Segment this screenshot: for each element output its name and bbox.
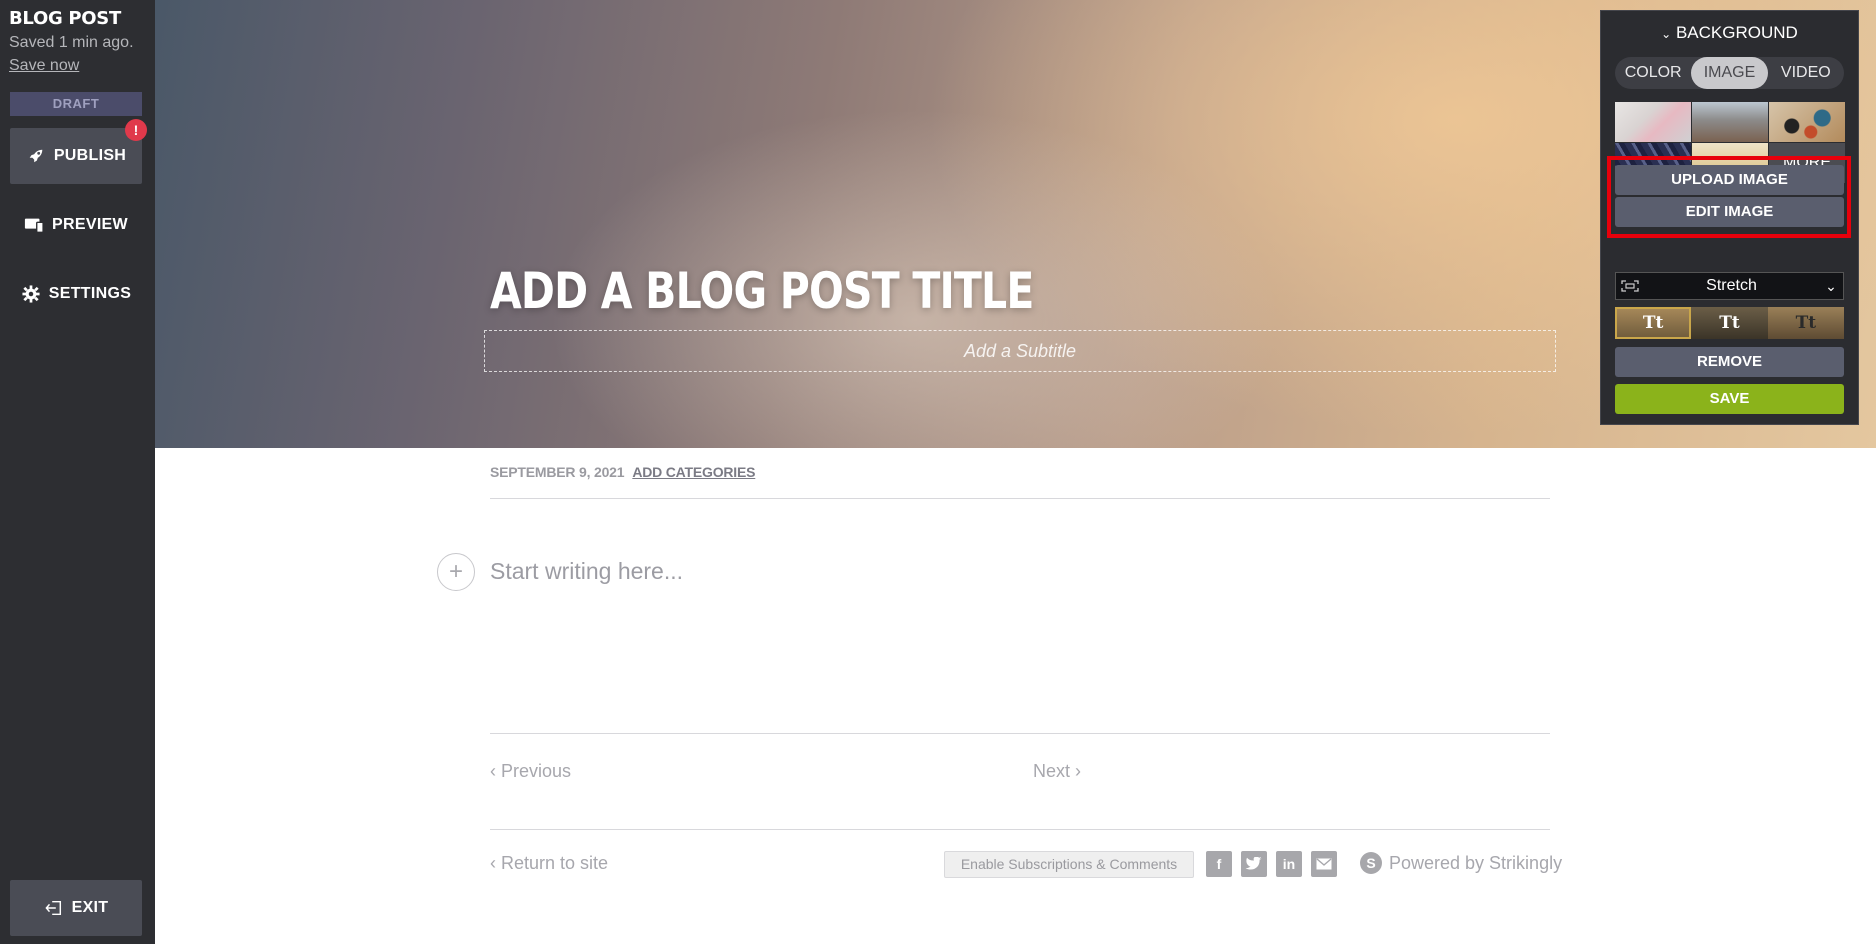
- return-to-site-link[interactable]: ‹ Return to site: [490, 853, 608, 874]
- add-block-button[interactable]: +: [437, 553, 475, 591]
- background-panel: ⌄ BACKGROUND COLOR IMAGE VIDEO MORE UPLO…: [1600, 10, 1859, 425]
- exit-button[interactable]: EXIT: [10, 880, 142, 936]
- editor-sidebar: BLOG POST Saved 1 min ago. Save now DRAF…: [0, 0, 155, 944]
- chevron-down-icon: ⌄: [1661, 27, 1672, 41]
- chevron-left-icon: ‹: [490, 853, 501, 873]
- previous-post-link[interactable]: ‹ Previous: [490, 761, 571, 782]
- thumbnail-street[interactable]: [1692, 102, 1768, 142]
- highlight-box: [1607, 156, 1851, 238]
- draft-badge: DRAFT: [10, 92, 142, 116]
- divider: [490, 829, 1550, 830]
- remove-button[interactable]: REMOVE: [1615, 347, 1844, 377]
- powered-by-link[interactable]: S Powered by Strikingly: [1360, 852, 1562, 874]
- background-panel-header[interactable]: ⌄ BACKGROUND: [1601, 23, 1858, 43]
- email-icon[interactable]: [1311, 851, 1337, 877]
- strikingly-logo-icon: S: [1360, 852, 1382, 874]
- settings-button[interactable]: SETTINGS: [10, 266, 142, 322]
- add-categories-link[interactable]: ADD CATEGORIES: [632, 464, 755, 480]
- gear-icon: [21, 284, 41, 304]
- powered-by-label: Powered by Strikingly: [1389, 852, 1563, 873]
- thumbnail-flowers[interactable]: [1615, 102, 1691, 142]
- text-style-swatch[interactable]: Tt: [1767, 307, 1844, 339]
- save-now-link[interactable]: Save now: [9, 57, 79, 75]
- tab-image[interactable]: IMAGE: [1691, 57, 1768, 89]
- chevron-left-icon: ‹: [490, 761, 501, 781]
- rocket-icon: [26, 146, 46, 166]
- fit-icon: [1616, 280, 1644, 292]
- tab-color[interactable]: COLOR: [1615, 57, 1691, 89]
- tab-video[interactable]: VIDEO: [1768, 57, 1844, 89]
- post-body-editor[interactable]: Start writing here...: [490, 558, 683, 585]
- image-fit-select[interactable]: Stretch ⌄: [1615, 272, 1844, 300]
- preview-label: PREVIEW: [52, 216, 128, 233]
- divider: [490, 498, 1550, 499]
- save-button[interactable]: SAVE: [1615, 384, 1844, 414]
- facebook-icon[interactable]: f: [1206, 851, 1232, 877]
- page-type-title: BLOG POST: [9, 8, 121, 29]
- exit-label: EXIT: [71, 899, 109, 916]
- text-style-swatch[interactable]: Tt: [1691, 307, 1768, 339]
- text-style-swatch[interactable]: Tt: [1615, 307, 1692, 339]
- post-date: SEPTEMBER 9, 2021: [490, 464, 625, 480]
- text-style-swatches: Tt Tt Tt: [1615, 307, 1844, 339]
- settings-label: SETTINGS: [48, 285, 132, 302]
- background-type-tabs: COLOR IMAGE VIDEO: [1615, 57, 1844, 89]
- publish-button[interactable]: PUBLISH: [10, 128, 142, 184]
- chevron-right-icon: ›: [1070, 761, 1082, 781]
- image-fit-value: Stretch: [1706, 277, 1757, 294]
- thumbnail-paints[interactable]: [1769, 102, 1845, 142]
- enable-subscriptions-button[interactable]: Enable Subscriptions & Comments: [944, 851, 1194, 878]
- post-meta: SEPTEMBER 9, 2021 ADD CATEGORIES: [490, 464, 755, 480]
- chevron-down-icon: ⌄: [1825, 277, 1837, 294]
- post-title[interactable]: ADD A BLOG POST TITLE: [490, 262, 1034, 320]
- background-heading: BACKGROUND: [1675, 23, 1798, 42]
- divider: [490, 733, 1550, 734]
- subtitle-field[interactable]: Add a Subtitle: [484, 330, 1556, 372]
- linkedin-icon[interactable]: in: [1276, 851, 1302, 877]
- next-post-link[interactable]: Next ›: [1033, 761, 1081, 782]
- devices-icon: [24, 215, 44, 235]
- saved-status: Saved 1 min ago.: [9, 34, 134, 51]
- preview-button[interactable]: PREVIEW: [10, 197, 142, 253]
- exit-icon: [44, 898, 64, 918]
- publish-alert-badge: !: [125, 119, 147, 141]
- twitter-icon[interactable]: [1241, 851, 1267, 877]
- publish-label: PUBLISH: [53, 147, 127, 164]
